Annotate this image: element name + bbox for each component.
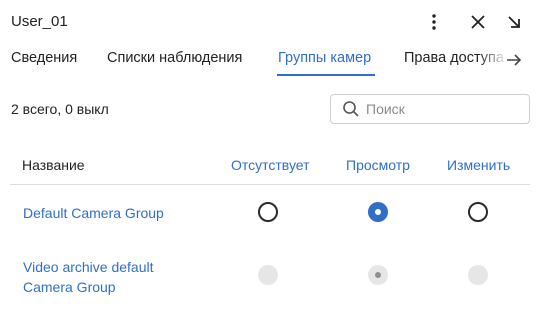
tab-scroll-right-icon[interactable] [504, 50, 524, 70]
table-row-name[interactable]: Video archive default Camera Group [23, 257, 154, 297]
radio-edit[interactable] [468, 202, 488, 222]
close-icon[interactable] [466, 10, 490, 34]
column-header-view[interactable]: Просмотр [346, 157, 410, 173]
column-header-none[interactable]: Отсутствует [231, 157, 310, 173]
radio-view[interactable] [368, 202, 388, 222]
radio-view-disabled [368, 265, 388, 285]
collapse-arrow-icon[interactable] [502, 10, 526, 34]
radio-edit-disabled [468, 265, 488, 285]
radio-none-disabled [258, 265, 278, 285]
active-tab-indicator [277, 74, 375, 76]
tab-camera-groups[interactable]: Группы камер [278, 50, 371, 66]
table-row-name[interactable]: Default Camera Group [23, 203, 164, 223]
summary-text: 2 всего, 0 выкл [11, 101, 109, 117]
column-header-edit[interactable]: Изменить [447, 157, 510, 173]
tab-details[interactable]: Сведения [11, 50, 77, 66]
tab-bar: Сведения Списки наблюдения Группы камер … [0, 44, 542, 76]
header-divider [10, 184, 530, 185]
search-input[interactable] [366, 101, 516, 117]
search-box[interactable] [330, 94, 530, 124]
panel-header: User_01 [0, 0, 542, 44]
radio-none[interactable] [258, 202, 278, 222]
panel-title: User_01 [11, 13, 68, 30]
tab-watchlists[interactable]: Списки наблюдения [107, 50, 242, 66]
more-vertical-icon[interactable] [422, 10, 446, 34]
search-icon [343, 101, 359, 117]
column-header-name: Название [22, 157, 85, 173]
